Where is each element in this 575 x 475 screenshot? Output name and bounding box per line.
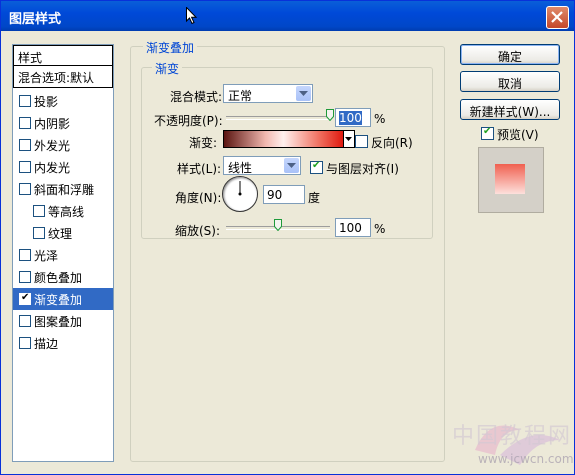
sidebar-item[interactable]: 投影 xyxy=(13,90,113,112)
checkmark-icon: ✔ xyxy=(312,160,321,171)
sidebar-item-checkbox[interactable] xyxy=(19,161,31,173)
cancel-button[interactable]: 取消 xyxy=(460,71,560,92)
sidebar-item[interactable]: 光泽 xyxy=(13,244,113,266)
preview-checkbox[interactable]: ✔ 预览(V) xyxy=(481,126,539,143)
gradient-dropdown[interactable] xyxy=(344,130,355,148)
reverse-checkbox-box xyxy=(355,135,368,148)
reverse-label: 反向(R) xyxy=(371,136,413,150)
watermark-text: 中国教程网 xyxy=(452,424,573,449)
sidebar-item-checkbox[interactable] xyxy=(33,227,45,239)
sidebar-item-label: 内阴影 xyxy=(34,117,71,131)
window-title: 图层样式 xyxy=(9,12,62,27)
sidebar-item-label: 等高线 xyxy=(48,205,85,219)
sidebar-item[interactable]: 颜色叠加 xyxy=(13,266,113,288)
align-with-layer-checkbox[interactable]: ✔ 与图层对齐(I) xyxy=(310,160,399,177)
align-checkbox-box: ✔ xyxy=(310,160,323,174)
sidebar-item[interactable]: ✔ 渐变叠加 xyxy=(13,288,113,310)
section-title: 渐变 xyxy=(152,60,183,77)
sidebar-item-label: 投影 xyxy=(34,95,59,109)
preview-swatch xyxy=(495,164,525,194)
sidebar-item[interactable]: 描边 xyxy=(13,332,113,354)
align-label: 与图层对齐(I) xyxy=(326,162,399,176)
sidebar-item-checkbox[interactable] xyxy=(19,95,31,107)
preview-checkbox-box: ✔ xyxy=(481,126,494,140)
angle-dial[interactable] xyxy=(222,176,258,212)
gradient-section: 渐变 混合模式: 正常 不透明度(P): 100 % 渐变: 反向(R) 样式(… xyxy=(141,60,433,239)
style-value: 线性 xyxy=(228,161,253,175)
chevron-down-icon xyxy=(345,137,352,141)
opacity-input[interactable]: 100 xyxy=(335,108,371,127)
sidebar-item-label: 斜面和浮雕 xyxy=(34,183,95,197)
title-bar[interactable]: 图层样式 xyxy=(1,1,574,31)
sidebar-item-checkbox[interactable] xyxy=(19,315,31,327)
scale-label: 缩放(S): xyxy=(175,224,221,238)
mouse-pointer-icon xyxy=(186,7,198,25)
sidebar-item-checkbox[interactable] xyxy=(19,271,31,283)
blend-mode-value: 正常 xyxy=(228,89,253,103)
sidebar-item-checkbox[interactable] xyxy=(19,139,31,151)
opacity-label: 不透明度(P): xyxy=(154,114,223,128)
gradient-swatch[interactable] xyxy=(223,130,344,148)
style-select[interactable]: 线性 xyxy=(223,156,301,175)
scale-percent: % xyxy=(374,222,386,236)
sidebar-item-label: 颜色叠加 xyxy=(34,271,83,285)
opacity-value: 100 xyxy=(339,111,362,125)
sidebar-item[interactable]: 外发光 xyxy=(13,134,113,156)
angle-unit: 度 xyxy=(308,191,321,205)
scale-input[interactable]: 100 xyxy=(335,218,371,237)
sidebar-item-label: 纹理 xyxy=(48,227,73,241)
ok-button[interactable]: 确定 xyxy=(460,44,560,65)
sidebar-item-checkbox[interactable] xyxy=(33,205,45,217)
blend-mode-select[interactable]: 正常 xyxy=(223,84,313,103)
gradient-label: 渐变: xyxy=(189,136,218,150)
new-style-button[interactable]: 新建样式(W)... xyxy=(460,99,560,120)
sidebar-item-label: 描边 xyxy=(34,337,59,351)
style-preview xyxy=(478,147,544,213)
sidebar-item-checkbox[interactable] xyxy=(19,249,31,261)
watermark-url: www.jcwcn.com xyxy=(478,452,574,466)
angle-input[interactable]: 90 xyxy=(263,185,305,204)
blend-mode-label: 混合模式: xyxy=(170,90,223,104)
chevron-down-icon xyxy=(296,86,311,101)
close-button[interactable] xyxy=(546,6,569,29)
opacity-percent: % xyxy=(374,112,386,126)
blend-options-item[interactable]: 混合选项:默认 xyxy=(13,66,113,88)
scale-value: 100 xyxy=(339,221,362,235)
sidebar-item[interactable]: 纹理 xyxy=(13,222,113,244)
styles-list: 样式 混合选项:默认 投影内阴影外发光内发光斜面和浮雕等高线纹理光泽颜色叠加 ✔ 渐… xyxy=(12,44,114,462)
sidebar-item-checkbox[interactable] xyxy=(19,183,31,195)
angle-dial-indicator xyxy=(238,181,242,196)
sidebar-item-label: 内发光 xyxy=(34,161,71,175)
sidebar-item-label: 渐变叠加 xyxy=(34,293,83,307)
opacity-slider-thumb[interactable] xyxy=(326,109,334,121)
gradient-overlay-panel: 渐变叠加 渐变 混合模式: 正常 不透明度(P): 100 % 渐变: 反向(R… xyxy=(130,39,445,462)
sidebar-item-checkbox[interactable]: ✔ xyxy=(19,292,31,305)
style-label: 样式(L): xyxy=(177,162,222,176)
sidebar-item-label: 光泽 xyxy=(34,249,59,263)
checkmark-icon: ✔ xyxy=(21,292,30,303)
sidebar-item[interactable]: 内发光 xyxy=(13,156,113,178)
close-icon xyxy=(551,11,563,23)
sidebar-item[interactable]: 内阴影 xyxy=(13,112,113,134)
sidebar-item-checkbox[interactable] xyxy=(19,337,31,349)
sidebar-item[interactable]: 斜面和浮雕 xyxy=(13,178,113,200)
reverse-checkbox[interactable]: 反向(R) xyxy=(355,134,413,151)
opacity-slider-track[interactable] xyxy=(226,116,330,120)
sidebar-item-label: 外发光 xyxy=(34,139,71,153)
chevron-down-icon xyxy=(284,158,299,173)
sidebar-item-checkbox[interactable] xyxy=(19,117,31,129)
sidebar-item[interactable]: 图案叠加 xyxy=(13,310,113,332)
angle-value: 90 xyxy=(267,188,283,202)
checkmark-icon: ✔ xyxy=(483,126,492,137)
preview-label: 预览(V) xyxy=(497,128,539,142)
panel-title: 渐变叠加 xyxy=(143,39,198,56)
angle-label: 角度(N): xyxy=(175,191,222,205)
scale-slider-thumb[interactable] xyxy=(274,219,282,231)
sidebar-item-label: 图案叠加 xyxy=(34,315,83,329)
styles-header[interactable]: 样式 xyxy=(13,45,113,66)
sidebar-item[interactable]: 等高线 xyxy=(13,200,113,222)
